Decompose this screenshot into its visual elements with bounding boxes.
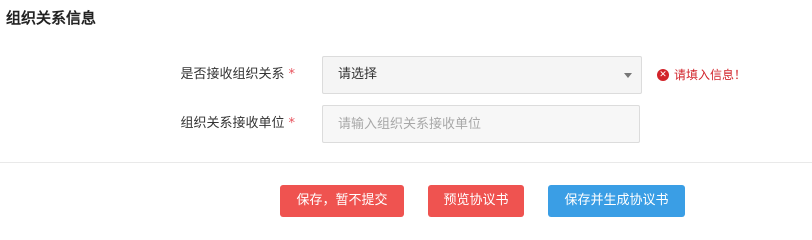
error-text: 请填入信息！ <box>674 68 747 82</box>
org-relation-form-page: 组织关系信息 是否接收组织关系* 请选择 ✕请填入信息！ 组织关系接收单位* 保… <box>0 0 812 231</box>
save-generate-agreement-button[interactable]: 保存并生成协议书 <box>548 185 685 217</box>
divider <box>0 162 812 163</box>
section-title: 组织关系信息 <box>6 9 97 27</box>
receiving-unit-label-text: 组织关系接收单位 <box>180 116 285 131</box>
receive-relation-label: 是否接收组织关系 * <box>180 56 295 94</box>
preview-agreement-button[interactable]: 预览协议书 <box>428 185 524 217</box>
receive-relation-error: ✕ 请填入信息！ <box>657 56 746 94</box>
receive-relation-select[interactable]: 请选择 <box>322 56 642 94</box>
required-mark: * <box>288 67 296 82</box>
receive-relation-label-text: 是否接收组织关系 <box>180 67 285 82</box>
receiving-unit-row: 组织关系接收单位 * <box>0 105 812 143</box>
caret-down-icon <box>624 73 632 78</box>
required-mark: * <box>288 116 296 131</box>
receive-relation-selected-value: 请选择 <box>338 67 378 82</box>
receiving-unit-label: 组织关系接收单位 * <box>180 105 295 143</box>
save-draft-button[interactable]: 保存，暂不提交 <box>280 185 404 217</box>
receiving-unit-input[interactable] <box>322 105 640 143</box>
receive-relation-row: 是否接收组织关系 * 请选择 ✕ 请填入信息！ <box>0 56 812 94</box>
close-circle-icon: ✕ <box>657 68 669 81</box>
